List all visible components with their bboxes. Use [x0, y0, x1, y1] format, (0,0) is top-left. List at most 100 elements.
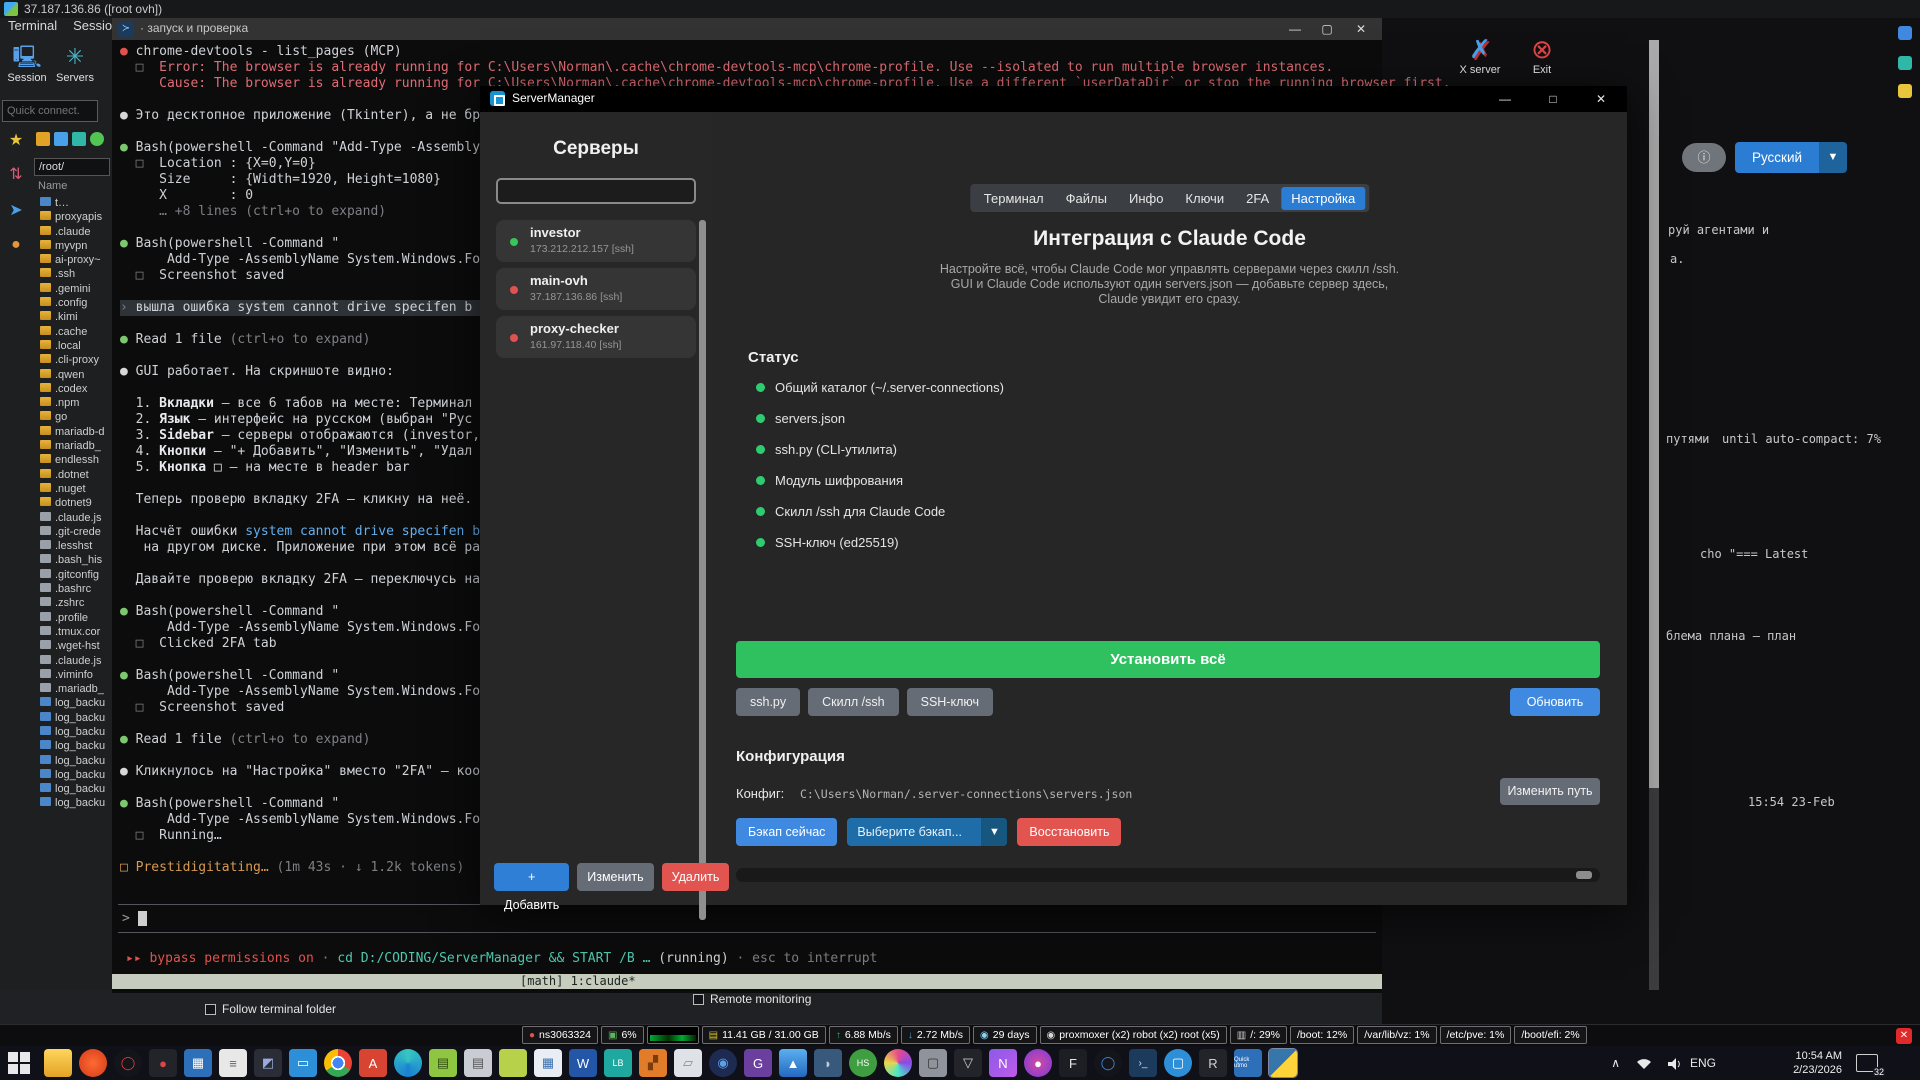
notification-icon[interactable]: 32 [1856, 1054, 1885, 1077]
mobaxterm-titlebar[interactable]: 37.187.136.86 ([root ovh]) [0, 0, 1920, 18]
taskbar-icon-word[interactable]: W [569, 1049, 597, 1077]
tray-chevron-icon[interactable]: ∧ [1611, 1046, 1620, 1080]
taskbar-icon-recorder[interactable]: ● [149, 1049, 177, 1077]
browser-icon[interactable]: ● [5, 234, 27, 256]
tab-ключи[interactable]: Ключи [1175, 187, 1234, 210]
language-dropdown[interactable]: Русский ▼ [1735, 142, 1847, 173]
taskbar-icon-installer[interactable]: A [359, 1049, 387, 1077]
taskbar-icon-powershell[interactable]: ›_ [1129, 1049, 1157, 1077]
servers-button[interactable]: ✳ Servers [52, 42, 98, 84]
change-path-button[interactable]: Изменить путь [1500, 778, 1600, 805]
tab-файлы[interactable]: Файлы [1056, 187, 1117, 210]
sm-maximize-button[interactable]: □ [1531, 86, 1575, 112]
path-input[interactable]: /root/ [34, 158, 110, 176]
info-button[interactable]: ⓘ [1682, 143, 1726, 172]
taskbar-icon-calc2[interactable]: ▦ [534, 1049, 562, 1077]
download-tool-icon[interactable] [72, 132, 86, 146]
send-icon[interactable]: ➤ [5, 200, 27, 222]
background-scrollbar-track[interactable] [1649, 788, 1659, 990]
horizontal-scrollbar[interactable] [736, 868, 1600, 882]
monitor-close-button[interactable]: ✕ [1896, 1028, 1912, 1044]
tab-инфо[interactable]: Инфо [1119, 187, 1173, 210]
terminal-prompt[interactable]: > [122, 911, 147, 926]
component-button[interactable]: ssh.py [736, 688, 801, 716]
tab-настройка[interactable]: Настройка [1281, 186, 1366, 210]
taskbar-icon-python[interactable] [1268, 1048, 1298, 1078]
refresh-button[interactable]: Обновить [1510, 688, 1600, 716]
file-column-header[interactable]: Name [38, 180, 67, 192]
taskbar-icon-pixel[interactable]: ▞ [639, 1049, 667, 1077]
edge-desktop-icon-3[interactable] [1898, 84, 1912, 98]
remote-monitoring-checkbox[interactable]: Remote monitoring [693, 992, 811, 1006]
taskbar-icon-oring[interactable]: ◯ [1094, 1049, 1122, 1077]
taskbar-icon-docker[interactable]: ◗ [814, 1049, 842, 1077]
sidebar-button-добавить[interactable]: + Добавить [494, 863, 570, 912]
taskbar-icon-lime[interactable] [499, 1049, 527, 1077]
taskbar-icon-photos[interactable]: ▲ [779, 1049, 807, 1077]
scrollbar-thumb[interactable] [1576, 871, 1592, 879]
taskbar-icon-remote[interactable]: ▢ [1164, 1049, 1192, 1077]
taskbar-icon-docs[interactable]: ▤ [464, 1049, 492, 1077]
refresh-tool-icon[interactable] [90, 132, 104, 146]
taskbar-icon-edge[interactable] [394, 1049, 422, 1077]
sidebar-button-изменить[interactable]: Изменить [577, 863, 654, 891]
restore-button[interactable]: Восстановить [1017, 818, 1122, 846]
server-card-investor[interactable]: investor 173.212.212.157 [ssh] [496, 220, 696, 262]
taskbar-icon-lb[interactable]: LB [604, 1049, 632, 1077]
sm-minimize-button[interactable]: — [1483, 86, 1527, 112]
menu-terminal[interactable]: Terminal [8, 18, 57, 33]
taskbar-icon-cone[interactable]: ▽ [954, 1049, 982, 1077]
server-manager-titlebar[interactable]: ServerManager — □ ✕ [480, 86, 1627, 112]
server-search-input[interactable] [496, 178, 696, 204]
taskbar-icon-notion[interactable]: N [989, 1049, 1017, 1077]
start-button[interactable] [8, 1052, 30, 1074]
taskbar-icon-figma[interactable]: F [1059, 1049, 1087, 1077]
session-button[interactable]: 🖳 Session [4, 42, 50, 84]
server-card-main-ovh[interactable]: main-ovh 37.187.136.86 [ssh] [496, 268, 696, 310]
background-scrollbar-thumb[interactable] [1649, 40, 1659, 788]
taskbar-icon-rtool[interactable]: R [1199, 1049, 1227, 1077]
upload-tool-icon[interactable] [54, 132, 68, 146]
taskbar-icon-tv[interactable]: ▭ [289, 1049, 317, 1077]
taskbar-icon-notepadpp[interactable]: ▤ [429, 1049, 457, 1077]
taskbar-icon-sharex[interactable] [884, 1049, 912, 1077]
wifi-icon[interactable] [1636, 1046, 1652, 1080]
edge-desktop-icon-2[interactable] [1898, 56, 1912, 70]
exit-desktop-icon[interactable]: ⊗ Exit [1510, 34, 1574, 76]
component-button[interactable]: Скилл /ssh [808, 688, 899, 716]
language-indicator[interactable]: ENG [1690, 1046, 1716, 1080]
install-all-button[interactable]: Установить всё [736, 641, 1600, 678]
folder-tool-icon[interactable] [36, 132, 50, 146]
backup-now-button[interactable]: Бэкап сейчас [736, 818, 838, 846]
taskbar-icon-notes[interactable]: ≡ [219, 1049, 247, 1077]
volume-icon[interactable] [1668, 1046, 1682, 1080]
sm-close-button[interactable]: ✕ [1579, 86, 1623, 112]
favorites-star-icon[interactable]: ★ [5, 130, 27, 152]
taskbar-icon-gimp[interactable]: G [744, 1049, 772, 1077]
backup-select[interactable]: Выберите бэкап... ▼ [847, 818, 1008, 846]
taskbar-icon-brave[interactable] [79, 1049, 107, 1077]
terminal-minimize-button[interactable]: — [1280, 20, 1310, 38]
taskbar-icon-quickutmo[interactable]: Quick utmo [1234, 1049, 1262, 1077]
tab-терминал[interactable]: Терминал [974, 187, 1054, 210]
taskbar-icon-explorer[interactable] [44, 1049, 72, 1077]
sidebar-scrollbar[interactable] [699, 220, 706, 920]
taskbar-icon-hs[interactable]: HS [849, 1049, 877, 1077]
taskbar-icon-paper[interactable]: ▱ [674, 1049, 702, 1077]
terminal-titlebar[interactable]: ≻ · запуск и проверка — ▢ ✕ [112, 18, 1382, 40]
server-card-proxy-checker[interactable]: proxy-checker 161.97.118.40 [ssh] [496, 316, 696, 358]
tab-2fa[interactable]: 2FA [1236, 187, 1279, 210]
taskbar-icon-opera[interactable]: ◯ [114, 1049, 142, 1077]
transfer-icon[interactable]: ⇅ [5, 164, 27, 186]
terminal-close-button[interactable]: ✕ [1346, 20, 1376, 38]
quick-connect-input[interactable] [2, 100, 98, 122]
edge-desktop-icon-1[interactable] [1898, 26, 1912, 40]
taskbar-icon-chrome[interactable] [324, 1049, 352, 1077]
taskbar-icon-cube[interactable]: ◩ [254, 1049, 282, 1077]
clock[interactable]: 10:54 AM 2/23/2026 [1793, 1049, 1842, 1077]
x-server-desktop-icon[interactable]: ✗ X server [1448, 34, 1512, 76]
taskbar-icon-monitor[interactable]: ▢ [919, 1049, 947, 1077]
taskbar-icon-github[interactable]: ● [1024, 1049, 1052, 1077]
terminal-maximize-button[interactable]: ▢ [1312, 20, 1342, 38]
taskbar-icon-calc[interactable]: ▦ [184, 1049, 212, 1077]
